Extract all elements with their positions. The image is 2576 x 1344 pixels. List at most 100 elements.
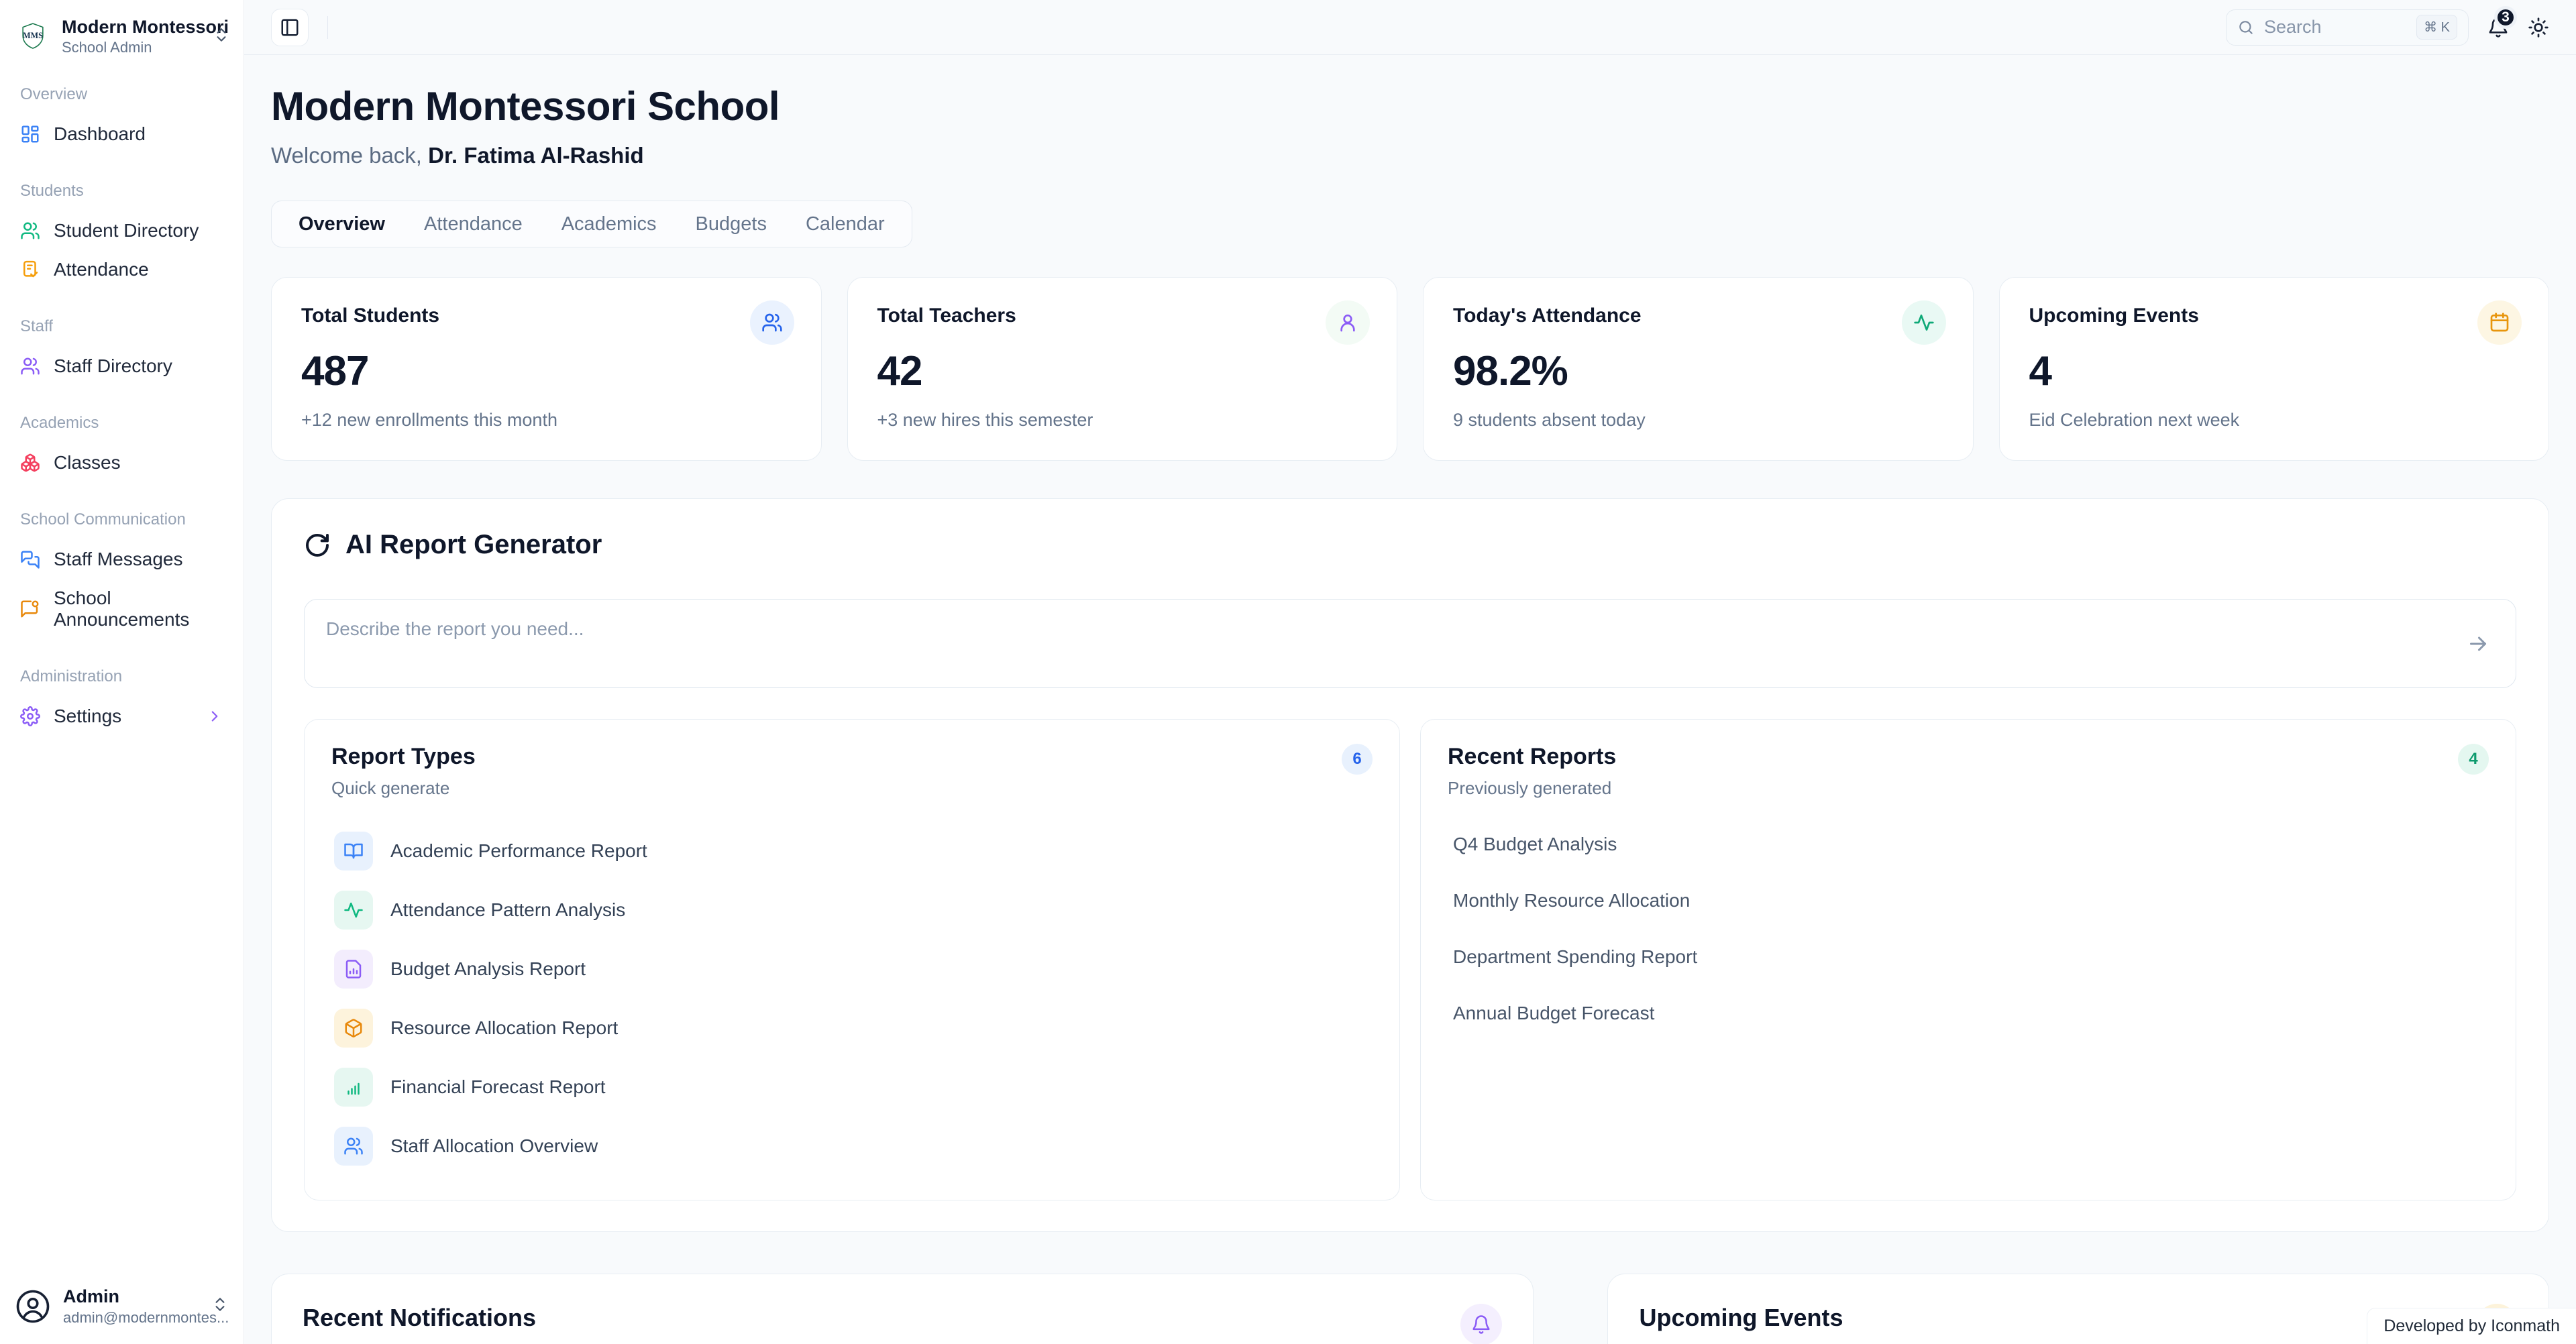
developed-by-badge: Developed by Iconmath bbox=[2367, 1308, 2576, 1344]
tab-calendar[interactable]: Calendar bbox=[806, 213, 885, 235]
stat-subtitle: +12 new enrollments this month bbox=[301, 410, 792, 431]
report-type-staff-allocation-overview[interactable]: Staff Allocation Overview bbox=[331, 1117, 1373, 1176]
calendar-icon bbox=[2489, 312, 2510, 333]
topbar: ⌘ K 3 bbox=[244, 0, 2576, 55]
activity-icon bbox=[343, 900, 364, 920]
recent-report-annual-budget-forecast[interactable]: Annual Budget Forecast bbox=[1448, 985, 2489, 1042]
report-type-label: Attendance Pattern Analysis bbox=[390, 899, 625, 921]
user-menu[interactable]: Admin admin@modernmontes... bbox=[0, 1268, 244, 1344]
report-type-resource-allocation-report[interactable]: Resource Allocation Report bbox=[331, 999, 1373, 1058]
chat-icon bbox=[20, 549, 40, 569]
chevron-right-icon bbox=[206, 708, 223, 725]
stat-card-upcoming-events: Upcoming Events 4 Eid Celebration next w… bbox=[1999, 277, 2550, 461]
report-type-budget-analysis-report[interactable]: Budget Analysis Report bbox=[331, 940, 1373, 999]
report-type-label: Resource Allocation Report bbox=[390, 1017, 618, 1039]
users-icon bbox=[343, 1136, 364, 1156]
sidebar-item-label: Settings bbox=[54, 706, 121, 727]
chevrons-up-down-icon bbox=[211, 1296, 229, 1317]
users-icon bbox=[20, 356, 40, 376]
tab-attendance[interactable]: Attendance bbox=[424, 213, 523, 235]
notifications-button[interactable]: 3 bbox=[2487, 17, 2509, 38]
sidebar-item-label: School Announcements bbox=[54, 587, 223, 630]
report-types-card: Report Types Quick generate 6 Academic P… bbox=[304, 719, 1400, 1200]
users-icon bbox=[761, 312, 783, 333]
report-type-label: Budget Analysis Report bbox=[390, 958, 586, 980]
recent-reports-subtitle: Previously generated bbox=[1448, 778, 1616, 799]
ai-generator-title: AI Report Generator bbox=[345, 530, 602, 560]
page-title: Modern Montessori School bbox=[271, 83, 2549, 129]
book-open-icon bbox=[343, 841, 364, 861]
tab-academics[interactable]: Academics bbox=[561, 213, 657, 235]
recent-report-department-spending-report[interactable]: Department Spending Report bbox=[1448, 929, 2489, 985]
user-email: admin@modernmontes... bbox=[63, 1309, 199, 1327]
sidebar-item-classes[interactable]: Classes bbox=[11, 443, 233, 482]
sidebar-section-staff: Staff bbox=[11, 289, 233, 347]
report-type-attendance-pattern-analysis[interactable]: Attendance Pattern Analysis bbox=[331, 881, 1373, 940]
sidebar-item-staff-messages[interactable]: Staff Messages bbox=[11, 540, 233, 579]
stat-card-total-teachers: Total Teachers 42 +3 new hires this seme… bbox=[847, 277, 1398, 461]
report-types-count-badge: 6 bbox=[1342, 744, 1373, 775]
recent-reports-count-badge: 4 bbox=[2458, 744, 2489, 775]
welcome-prefix: Welcome back, bbox=[271, 143, 422, 168]
sidebar-item-label: Dashboard bbox=[54, 123, 146, 145]
events-title: Upcoming Events bbox=[1639, 1304, 1843, 1332]
stat-title: Total Teachers bbox=[877, 304, 1368, 327]
user-icon bbox=[1337, 312, 1358, 333]
sidebar-section-overview: Overview bbox=[11, 68, 233, 115]
ai-prompt-input[interactable] bbox=[305, 600, 2516, 684]
gear-icon bbox=[20, 706, 40, 726]
report-type-label: Staff Allocation Overview bbox=[390, 1135, 598, 1157]
user-circle-icon bbox=[15, 1288, 51, 1325]
theme-toggle-button[interactable] bbox=[2528, 17, 2549, 38]
sidebar-item-student-directory[interactable]: Student Directory bbox=[11, 211, 233, 250]
stat-subtitle: 9 students absent today bbox=[1453, 410, 1943, 431]
tab-budgets[interactable]: Budgets bbox=[696, 213, 767, 235]
notification-count-badge: 3 bbox=[2494, 6, 2517, 29]
ai-prompt-box bbox=[304, 599, 2516, 688]
stat-value: 98.2% bbox=[1453, 347, 1943, 395]
stat-subtitle: Eid Celebration next week bbox=[2029, 410, 2520, 431]
blocks-icon bbox=[20, 453, 40, 473]
users-icon bbox=[20, 221, 40, 241]
sidebar-item-dashboard[interactable]: Dashboard bbox=[11, 115, 233, 154]
sidebar-item-settings[interactable]: Settings bbox=[11, 697, 233, 736]
recent-reports-list: Q4 Budget AnalysisMonthly Resource Alloc… bbox=[1448, 816, 2489, 1042]
rotate-cw-icon bbox=[304, 532, 331, 559]
user-name: Admin bbox=[63, 1286, 199, 1307]
notifications-title: Recent Notifications bbox=[303, 1304, 544, 1332]
recent-reports-title: Recent Reports bbox=[1448, 744, 1616, 770]
search-icon bbox=[2237, 19, 2255, 36]
search-box[interactable]: ⌘ K bbox=[2226, 9, 2469, 46]
stat-card-today-s-attendance: Today's Attendance 98.2% 9 students abse… bbox=[1423, 277, 1974, 461]
sidebar-item-school-announcements[interactable]: School Announcements bbox=[11, 579, 233, 639]
stat-value: 4 bbox=[2029, 347, 2520, 395]
stat-title: Today's Attendance bbox=[1453, 304, 1943, 327]
school-logo-icon: MMS bbox=[15, 18, 51, 54]
stat-card-total-students: Total Students 487 +12 new enrollments t… bbox=[271, 277, 822, 461]
package-icon bbox=[343, 1018, 364, 1038]
search-input[interactable] bbox=[2264, 17, 2407, 38]
sidebar-toggle-button[interactable] bbox=[271, 9, 309, 46]
school-switcher[interactable]: MMS Modern Montessori School Admin bbox=[0, 0, 244, 64]
recent-report-monthly-resource-allocation[interactable]: Monthly Resource Allocation bbox=[1448, 873, 2489, 929]
recent-report-q4-budget-analysis[interactable]: Q4 Budget Analysis bbox=[1448, 816, 2489, 873]
report-type-financial-forecast-report[interactable]: Financial Forecast Report bbox=[331, 1058, 1373, 1117]
report-type-academic-performance-report[interactable]: Academic Performance Report bbox=[331, 822, 1373, 881]
clipboard-check-icon bbox=[20, 260, 40, 280]
sidebar-item-label: Classes bbox=[54, 452, 121, 473]
ai-send-button[interactable] bbox=[2466, 632, 2490, 656]
sidebar-item-staff-directory[interactable]: Staff Directory bbox=[11, 347, 233, 386]
sidebar-item-attendance[interactable]: Attendance bbox=[11, 250, 233, 289]
stat-title: Total Students bbox=[301, 304, 792, 327]
rotate-cw-icon bbox=[304, 532, 331, 559]
bell-icon bbox=[1460, 1304, 1502, 1344]
tab-overview[interactable]: Overview bbox=[299, 213, 385, 235]
file-chart-icon bbox=[343, 959, 364, 979]
panel-left-icon bbox=[280, 17, 300, 38]
sidebar: MMS Modern Montessori School Admin Overv… bbox=[0, 0, 244, 1344]
sidebar-item-label: Student Directory bbox=[54, 220, 199, 241]
school-role: School Admin bbox=[62, 39, 202, 56]
arrow-right-icon bbox=[2466, 632, 2490, 656]
stat-cards: Total Students 487 +12 new enrollments t… bbox=[271, 277, 2549, 461]
sidebar-section-school-communication: School Communication bbox=[11, 482, 233, 540]
